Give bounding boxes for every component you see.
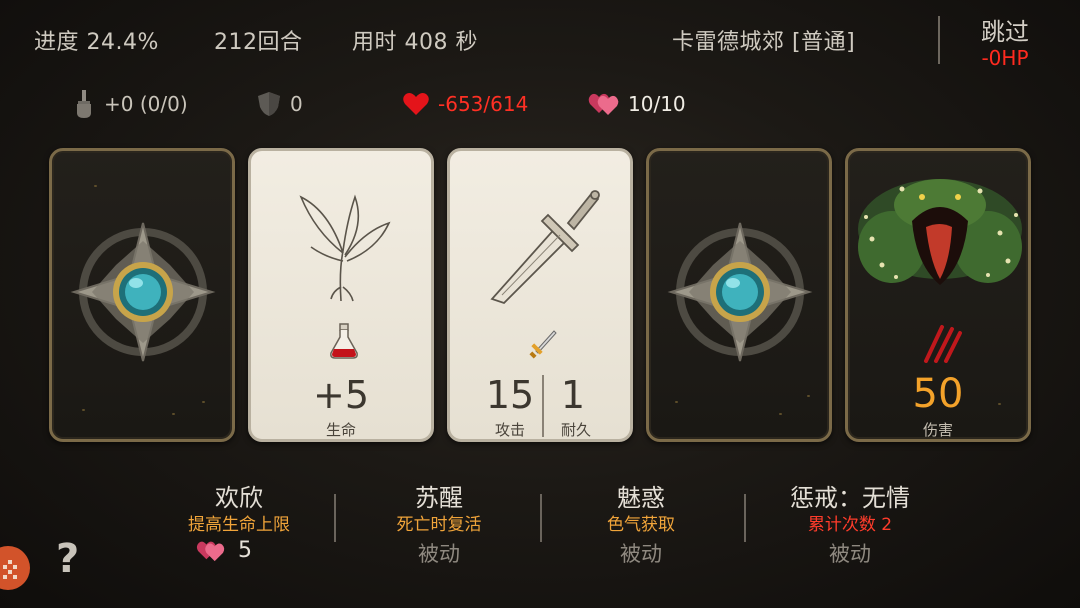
hp-stat: -653/614 (402, 90, 528, 118)
sword-small-icon (529, 330, 557, 359)
skill-2-type: 被动 (418, 542, 460, 566)
card-compass-1[interactable] (49, 148, 235, 442)
skill-3-title: 魅惑 (617, 484, 665, 512)
top-divider (938, 16, 940, 64)
skill-1-title: 欢欣 (215, 484, 263, 512)
claw-scratch-icon (924, 325, 962, 363)
armor-stat: 0 (256, 90, 303, 118)
skill-4-desc: 累计次数 2 (807, 515, 893, 535)
charm-value: 10/10 (628, 92, 686, 116)
potion-flask-icon (330, 323, 358, 359)
skip-button[interactable]: 跳过 (970, 12, 1040, 47)
double-heart-icon (588, 93, 619, 115)
time-text: 用时 408 秒 (352, 30, 478, 55)
progress-text: 进度 24.4% (34, 30, 159, 55)
gear-icon (3, 560, 17, 579)
compass-emblem-icon (667, 222, 813, 362)
sword-icon (490, 190, 600, 305)
skill-4-type: 被动 (829, 542, 871, 566)
card-compass-2[interactable] (646, 148, 832, 442)
herb-label: 生命 (325, 421, 356, 439)
sword-attack-label: 攻击 (494, 421, 525, 439)
skill-2-title: 苏醒 (415, 484, 463, 512)
hp-value: -653/614 (438, 92, 529, 116)
skip-hp-cost: -0HP (981, 46, 1029, 70)
sword-fist-icon (77, 90, 91, 118)
skill-2-desc: 死亡时复活 (396, 515, 482, 535)
location-text: 卡雷德城郊 [普通] (672, 30, 856, 55)
card-herb[interactable]: +5 生命 (248, 148, 434, 442)
monster-damage-label: 伤害 (922, 421, 953, 439)
help-button[interactable]: ? (56, 536, 79, 582)
plant-monster-icon (858, 179, 1022, 285)
gear-button[interactable] (0, 546, 30, 590)
shield-icon (258, 92, 280, 116)
monster-damage-value: 50 (912, 371, 964, 417)
attack-stat: +0 (0/0) (72, 90, 188, 118)
skill-3-type: 被动 (620, 542, 662, 566)
turns-text: 212回合 (214, 30, 303, 55)
skill-3-desc: 色气获取 (607, 515, 675, 535)
attack-value: +0 (0/0) (104, 92, 188, 116)
skill-4-title: 惩戒：无情 (790, 484, 910, 512)
heart-icon (403, 93, 429, 115)
sword-stat-divider (542, 375, 544, 437)
card-sword[interactable]: 15 1 攻击 耐久 (447, 148, 633, 442)
herb-plant-icon (299, 194, 391, 302)
card-monster[interactable]: 50 伤害 (845, 148, 1031, 442)
skill-1-charm-cost: 5 (196, 538, 252, 563)
charm-stat: 10/10 (588, 90, 686, 118)
herb-value: +5 (312, 373, 370, 417)
skill-separator (334, 494, 336, 542)
sword-durability-value: 1 (560, 373, 586, 417)
sword-durability-label: 耐久 (560, 421, 591, 439)
skill-1-charm-value: 5 (238, 538, 252, 563)
double-heart-icon (196, 541, 225, 561)
sword-attack-value: 15 (485, 373, 535, 417)
skill-separator (540, 494, 542, 542)
skill-separator (744, 494, 746, 542)
armor-value: 0 (290, 92, 303, 116)
compass-emblem-icon (70, 222, 216, 362)
skill-1-desc: 提高生命上限 (188, 515, 290, 535)
